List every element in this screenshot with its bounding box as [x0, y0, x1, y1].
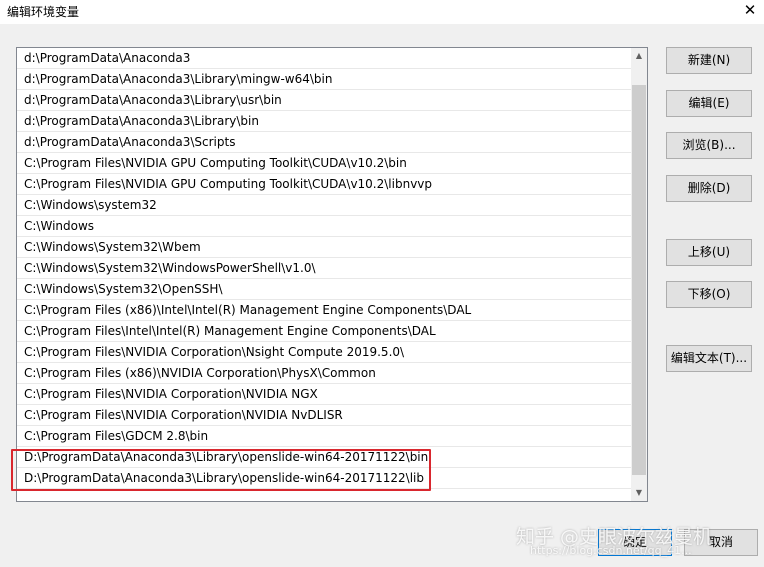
- list-item[interactable]: C:\Program Files\NVIDIA Corporation\Nsig…: [17, 342, 633, 363]
- move-up-button[interactable]: 上移(U): [666, 239, 752, 266]
- list-item[interactable]: d:\ProgramData\Anaconda3\Scripts: [17, 132, 633, 153]
- list-item[interactable]: C:\Program Files\NVIDIA Corporation\NVID…: [17, 405, 633, 426]
- list-item[interactable]: d:\ProgramData\Anaconda3\Library\mingw-w…: [17, 69, 633, 90]
- list-item[interactable]: d:\ProgramData\Anaconda3\Library\usr\bin: [17, 90, 633, 111]
- list-item[interactable]: C:\Program Files\NVIDIA GPU Computing To…: [17, 174, 633, 195]
- list-item[interactable]: C:\Program Files (x86)\Intel\Intel(R) Ma…: [17, 300, 633, 321]
- list-item[interactable]: C:\Windows\System32\OpenSSH\: [17, 279, 633, 300]
- close-icon[interactable]: ✕: [736, 0, 764, 22]
- edit-text-button[interactable]: 编辑文本(T)...: [666, 345, 752, 372]
- browse-button[interactable]: 浏览(B)...: [666, 132, 752, 159]
- list-item[interactable]: C:\Program Files\GDCM 2.8\bin: [17, 426, 633, 447]
- path-list[interactable]: d:\ProgramData\Anaconda3 d:\ProgramData\…: [16, 47, 648, 502]
- list-item[interactable]: d:\ProgramData\Anaconda3\Library\bin: [17, 111, 633, 132]
- scroll-up-icon[interactable]: ▲: [631, 48, 647, 64]
- list-item[interactable]: C:\Program Files\NVIDIA GPU Computing To…: [17, 153, 633, 174]
- move-down-button[interactable]: 下移(O): [666, 281, 752, 308]
- list-item[interactable]: C:\Windows\system32: [17, 195, 633, 216]
- highlight-annotation: [11, 449, 431, 491]
- list-item[interactable]: C:\Program Files\NVIDIA Corporation\NVID…: [17, 384, 633, 405]
- vertical-scrollbar[interactable]: ▲ ▼: [631, 48, 647, 501]
- list-item[interactable]: d:\ProgramData\Anaconda3: [17, 48, 633, 69]
- list-item[interactable]: C:\Program Files (x86)\NVIDIA Corporatio…: [17, 363, 633, 384]
- watermark-url: https://blog.csdn.net/qq_41...: [530, 544, 692, 557]
- title-bar: 编辑环境变量 ✕: [0, 0, 764, 24]
- list-item[interactable]: C:\Windows\System32\WindowsPowerShell\v1…: [17, 258, 633, 279]
- scroll-down-icon[interactable]: ▼: [631, 485, 647, 501]
- list-item[interactable]: C:\Windows: [17, 216, 633, 237]
- list-item[interactable]: C:\Program Files\Intel\Intel(R) Manageme…: [17, 321, 633, 342]
- edit-button[interactable]: 编辑(E): [666, 90, 752, 117]
- scroll-thumb[interactable]: [632, 85, 646, 475]
- window-title: 编辑环境变量: [7, 5, 80, 19]
- new-button[interactable]: 新建(N): [666, 47, 752, 74]
- delete-button[interactable]: 删除(D): [666, 175, 752, 202]
- path-rows: d:\ProgramData\Anaconda3 d:\ProgramData\…: [17, 48, 633, 489]
- list-item[interactable]: C:\Windows\System32\Wbem: [17, 237, 633, 258]
